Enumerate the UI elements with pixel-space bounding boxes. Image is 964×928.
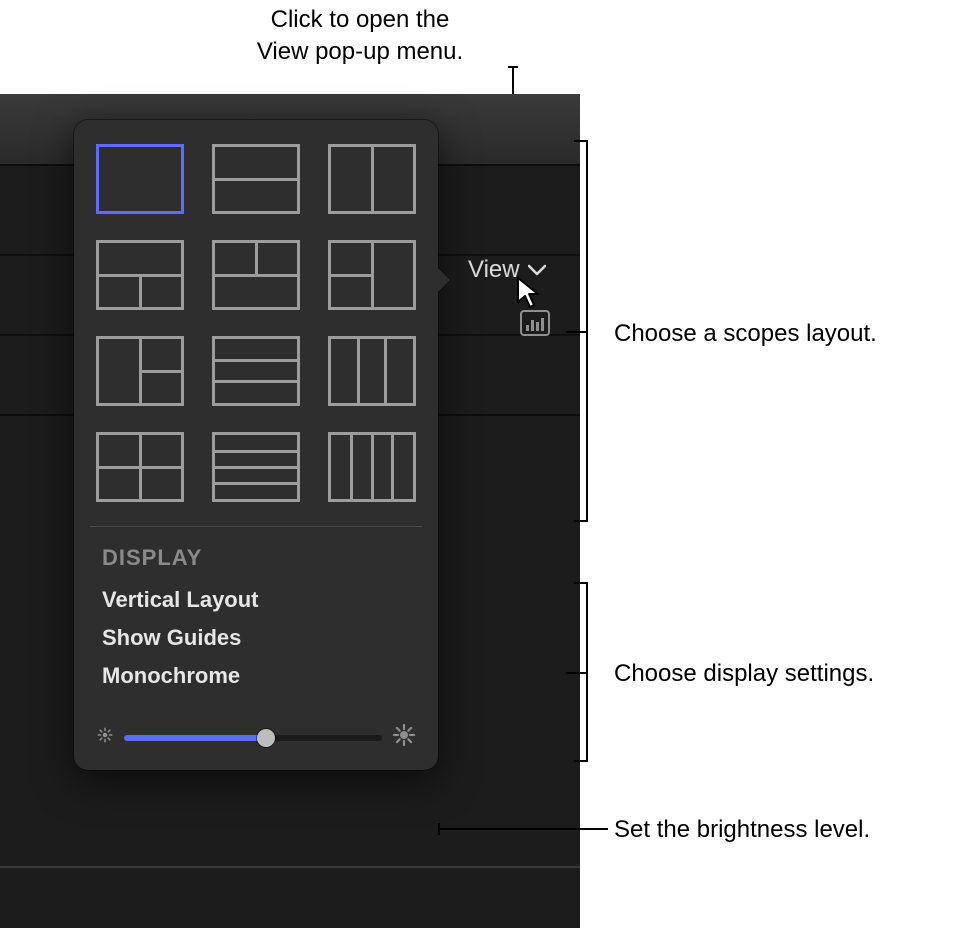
display-section-header: DISPLAY — [102, 545, 416, 571]
layout-3rows[interactable] — [212, 336, 300, 406]
view-popup-panel: DISPLAY Vertical LayoutShow GuidesMonoch… — [74, 120, 438, 770]
layout-3cols[interactable] — [328, 336, 416, 406]
chevron-down-icon — [528, 264, 546, 276]
bracket-display — [574, 582, 588, 762]
layout-3c[interactable] — [328, 240, 416, 310]
menu-item-vertical-layout[interactable]: Vertical Layout — [96, 581, 416, 619]
callout-scopes-layout: Choose a scopes layout. — [614, 318, 877, 350]
layout-4rows[interactable] — [212, 432, 300, 502]
callout-brightness: Set the brightness level. — [614, 814, 870, 846]
layout-3a[interactable] — [96, 240, 184, 310]
menu-item-monochrome[interactable]: Monochrome — [96, 657, 416, 695]
layout-3d[interactable] — [96, 336, 184, 406]
view-popup-button[interactable]: View — [460, 250, 554, 290]
menu-item-show-guides[interactable]: Show Guides — [96, 619, 416, 657]
callout-view-popup: Click to open the View pop-up menu. — [200, 4, 520, 69]
layout-1up[interactable] — [96, 144, 184, 214]
layout-4up[interactable] — [96, 432, 184, 502]
bracket-layouts — [574, 140, 588, 522]
callout-display-settings: Choose display settings. — [614, 658, 874, 690]
brightness-slider[interactable] — [124, 729, 382, 747]
layout-3b[interactable] — [212, 240, 300, 310]
scopes-layout-grid — [96, 144, 416, 502]
layout-4cols[interactable] — [328, 432, 416, 502]
brightness-high-icon — [392, 723, 416, 752]
leader-brightness — [440, 828, 608, 830]
layout-2up-lr[interactable] — [328, 144, 416, 214]
layout-2up-tb[interactable] — [212, 144, 300, 214]
scopes-icon[interactable] — [520, 310, 550, 336]
brightness-row — [96, 723, 416, 752]
brightness-low-icon — [96, 726, 114, 749]
brightness-slider-thumb[interactable] — [257, 729, 275, 747]
view-button-label: View — [468, 256, 520, 284]
popup-divider — [90, 526, 422, 527]
